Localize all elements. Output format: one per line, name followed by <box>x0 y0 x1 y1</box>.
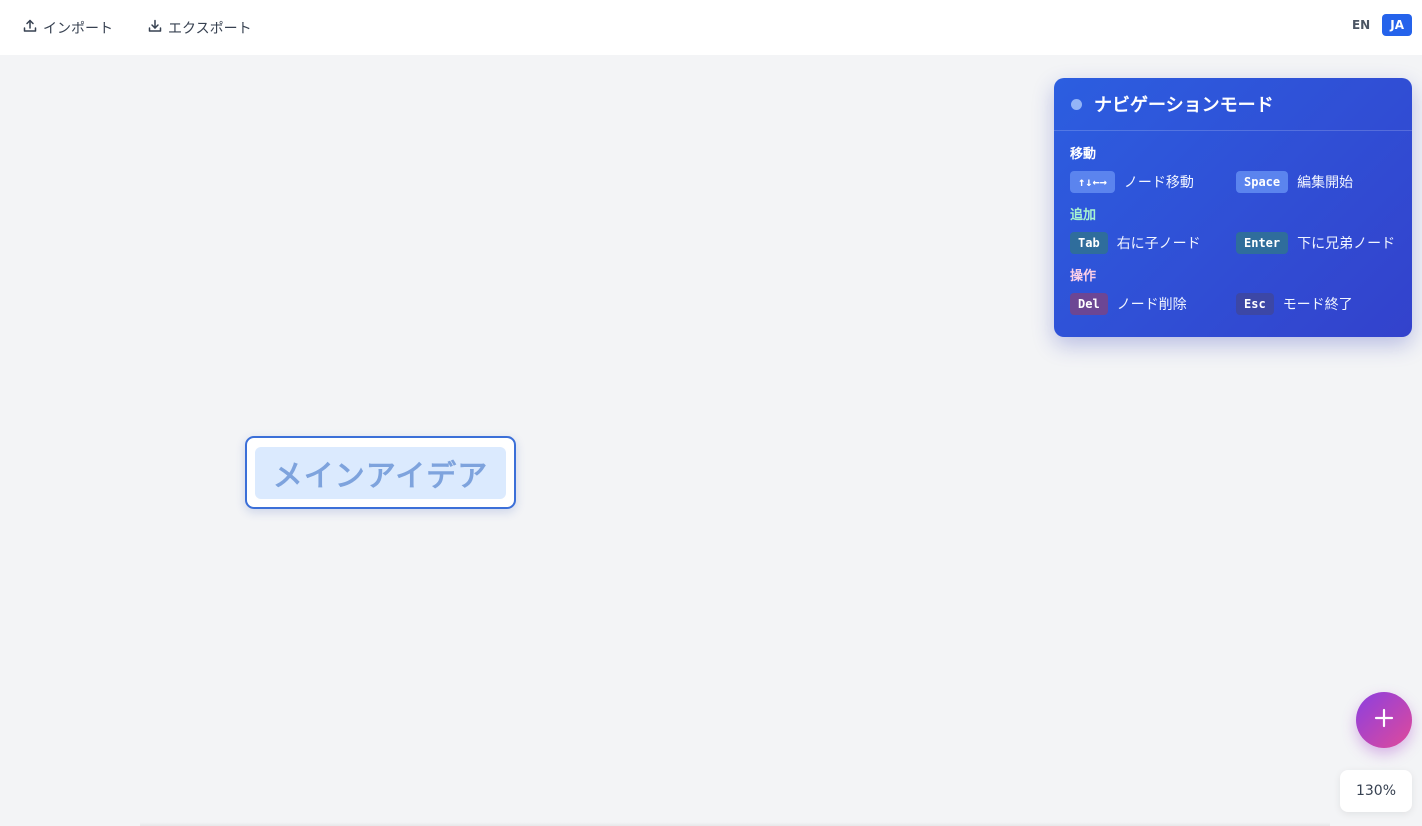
language-en-button[interactable]: EN <box>1344 14 1378 36</box>
shortcut-desc: ノード削除 <box>1116 297 1187 313</box>
shortcut-item: ↑↓←→ ノード移動 <box>1070 171 1236 193</box>
shortcut-key-space: Space <box>1236 171 1289 193</box>
shortcut-desc: モード終了 <box>1282 297 1353 313</box>
shortcut-desc: 編集開始 <box>1297 175 1354 191</box>
shortcut-row-operations: Del ノード削除 Esc モード終了 <box>1070 292 1396 316</box>
language-ja-button[interactable]: JA <box>1382 14 1412 36</box>
shortcut-key-enter: Enter <box>1236 232 1289 254</box>
upload-icon <box>22 18 38 38</box>
root-node[interactable]: メインアイデア <box>245 436 516 509</box>
plus-icon <box>1373 707 1395 733</box>
shortcut-key-arrows: ↑↓←→ <box>1070 171 1115 193</box>
shortcut-key-tab: Tab <box>1070 232 1108 254</box>
shortcut-item: Space 編集開始 <box>1236 171 1353 193</box>
nav-panel-body: 移動 ↑↓←→ ノード移動 Space 編集開始 追加 Tab 右に子ノード E… <box>1054 131 1412 316</box>
import-label: インポート <box>43 20 113 37</box>
download-icon <box>147 18 163 38</box>
section-title-move: 移動 <box>1070 147 1097 162</box>
shortcut-item: Tab 右に子ノード <box>1070 232 1236 254</box>
shortcut-item: Del ノード削除 <box>1070 293 1236 315</box>
shortcut-row-add: Tab 右に子ノード Enter 下に兄弟ノード <box>1070 231 1396 255</box>
shortcut-desc: 右に子ノード <box>1116 236 1201 252</box>
top-toolbar: インポート エクスポート EN JA <box>0 0 1422 55</box>
section-title-operations: 操作 <box>1070 269 1097 284</box>
shortcut-item: Esc モード終了 <box>1236 293 1353 315</box>
export-label: エクスポート <box>168 20 252 37</box>
root-node-text[interactable]: メインアイデア <box>255 446 506 499</box>
language-switcher: EN JA <box>1344 14 1412 36</box>
export-button[interactable]: エクスポート <box>147 18 252 38</box>
shortcut-key-esc: Esc <box>1236 293 1274 315</box>
mode-indicator-dot <box>1071 98 1082 110</box>
zoom-level-indicator[interactable]: 130% <box>1340 770 1412 812</box>
shortcut-item: Enter 下に兄弟ノード <box>1236 232 1395 254</box>
add-node-button[interactable] <box>1356 692 1412 748</box>
shortcut-desc: 下に兄弟ノード <box>1297 236 1396 252</box>
bottom-shadow-divider <box>140 822 1330 826</box>
navigation-mode-panel: ナビゲーションモード 移動 ↑↓←→ ノード移動 Space 編集開始 追加 T… <box>1054 78 1412 337</box>
import-button[interactable]: インポート <box>22 18 113 38</box>
shortcut-key-del: Del <box>1070 293 1108 315</box>
nav-panel-title: ナビゲーションモード <box>1094 95 1274 116</box>
nav-panel-header: ナビゲーションモード <box>1054 78 1412 131</box>
section-title-add: 追加 <box>1070 208 1097 223</box>
zoom-level-text: 130% <box>1355 783 1397 799</box>
shortcut-desc: ノード移動 <box>1123 175 1194 191</box>
shortcut-row-move: ↑↓←→ ノード移動 Space 編集開始 <box>1070 170 1396 194</box>
